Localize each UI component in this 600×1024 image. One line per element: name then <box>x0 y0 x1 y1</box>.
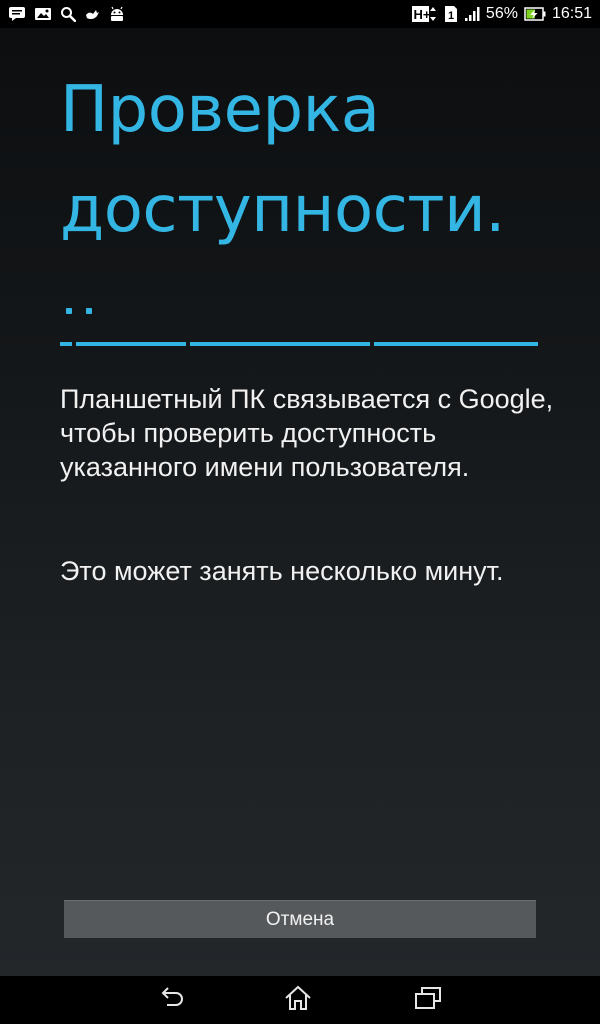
progress-segment <box>374 342 538 346</box>
progress-dot <box>86 308 92 314</box>
sim-card-icon: 1 <box>444 5 458 23</box>
wait-notice-text: Это может занять несколько минут. <box>60 556 504 586</box>
progress-dots <box>60 290 100 320</box>
recent-apps-button[interactable] <box>408 984 448 1016</box>
bird-notification-icon <box>84 6 100 22</box>
progress-segment <box>76 342 186 346</box>
network-type-icon: H+ <box>411 5 438 23</box>
network-type-label: H+ <box>413 7 430 22</box>
system-indicators: H+ 1 56% 16:51 <box>411 0 592 28</box>
setup-screen: H+ 1 56% 16:51 Проверка доступности. Пла… <box>0 0 600 1024</box>
back-icon <box>159 987 185 1013</box>
android-notification-icon <box>108 6 126 22</box>
navigation-bar <box>0 976 600 1024</box>
chat-notification-icon <box>8 6 26 22</box>
back-button[interactable] <box>152 984 192 1016</box>
gallery-notification-icon <box>34 6 52 22</box>
progress-segment <box>60 342 72 346</box>
progress-dot <box>66 308 72 314</box>
home-button[interactable] <box>278 984 318 1016</box>
signal-strength-icon <box>464 6 480 22</box>
battery-percent: 56% <box>485 5 518 22</box>
status-bar: H+ 1 56% 16:51 <box>0 0 600 28</box>
progress-segment <box>190 342 370 346</box>
recent-apps-icon <box>414 986 442 1014</box>
page-title: Проверка доступности. <box>60 73 506 247</box>
progress-track <box>60 342 538 347</box>
search-notification-icon <box>60 6 76 22</box>
description-text: Планшетный ПК связывается с Google, чтоб… <box>60 384 554 482</box>
notification-icons <box>8 4 126 24</box>
cancel-button[interactable]: Отмена <box>64 900 536 938</box>
home-icon <box>284 985 312 1015</box>
sim-slot-label: 1 <box>448 10 454 22</box>
battery-charging-icon <box>524 5 546 23</box>
indeterminate-progress <box>60 290 538 350</box>
clock: 16:51 <box>551 5 592 22</box>
main-content: Проверка доступности. Планшетный ПК связ… <box>0 28 600 976</box>
